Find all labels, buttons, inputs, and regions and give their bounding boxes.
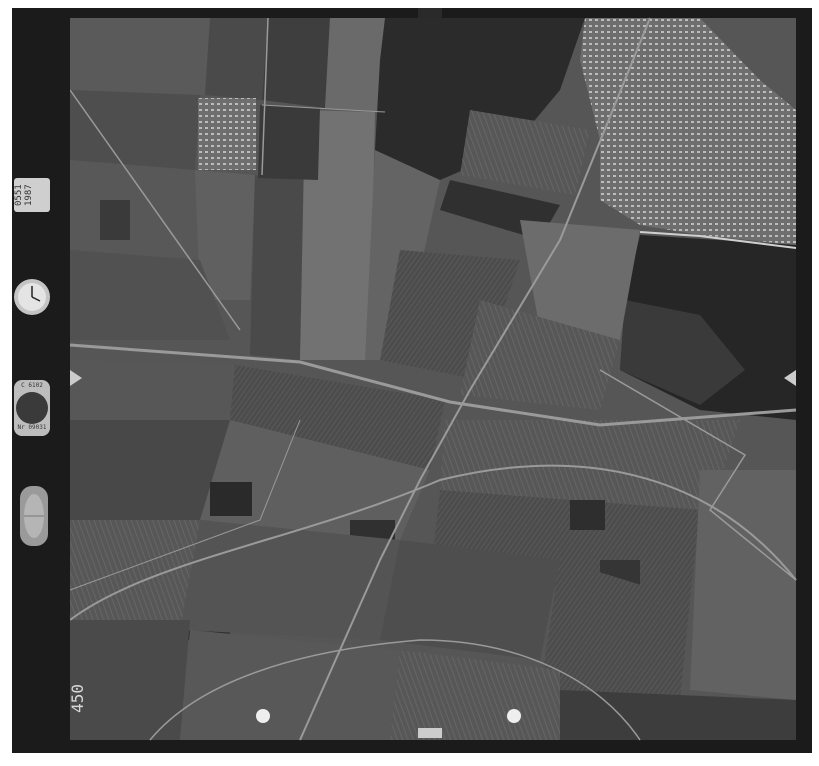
bubble-level-icon bbox=[20, 486, 48, 546]
fiducial-bottom-left bbox=[256, 709, 270, 723]
fiducial-bottom-right bbox=[507, 709, 521, 723]
date-stamp: 1987 bbox=[24, 184, 34, 206]
frame-date-label: 0551 1987 bbox=[14, 178, 50, 212]
fiducial-bottom bbox=[418, 728, 442, 738]
fiducial-top bbox=[418, 8, 442, 18]
clock-icon bbox=[14, 279, 50, 315]
frame-number: 450 bbox=[68, 684, 87, 713]
counter-label-top: C 6102 bbox=[21, 382, 43, 389]
settlement-top-left bbox=[198, 98, 256, 170]
counter-label-bottom: Nr 09031 bbox=[17, 424, 47, 431]
frame-code: 0551 bbox=[14, 184, 24, 206]
aerial-photo-frame bbox=[0, 0, 819, 766]
